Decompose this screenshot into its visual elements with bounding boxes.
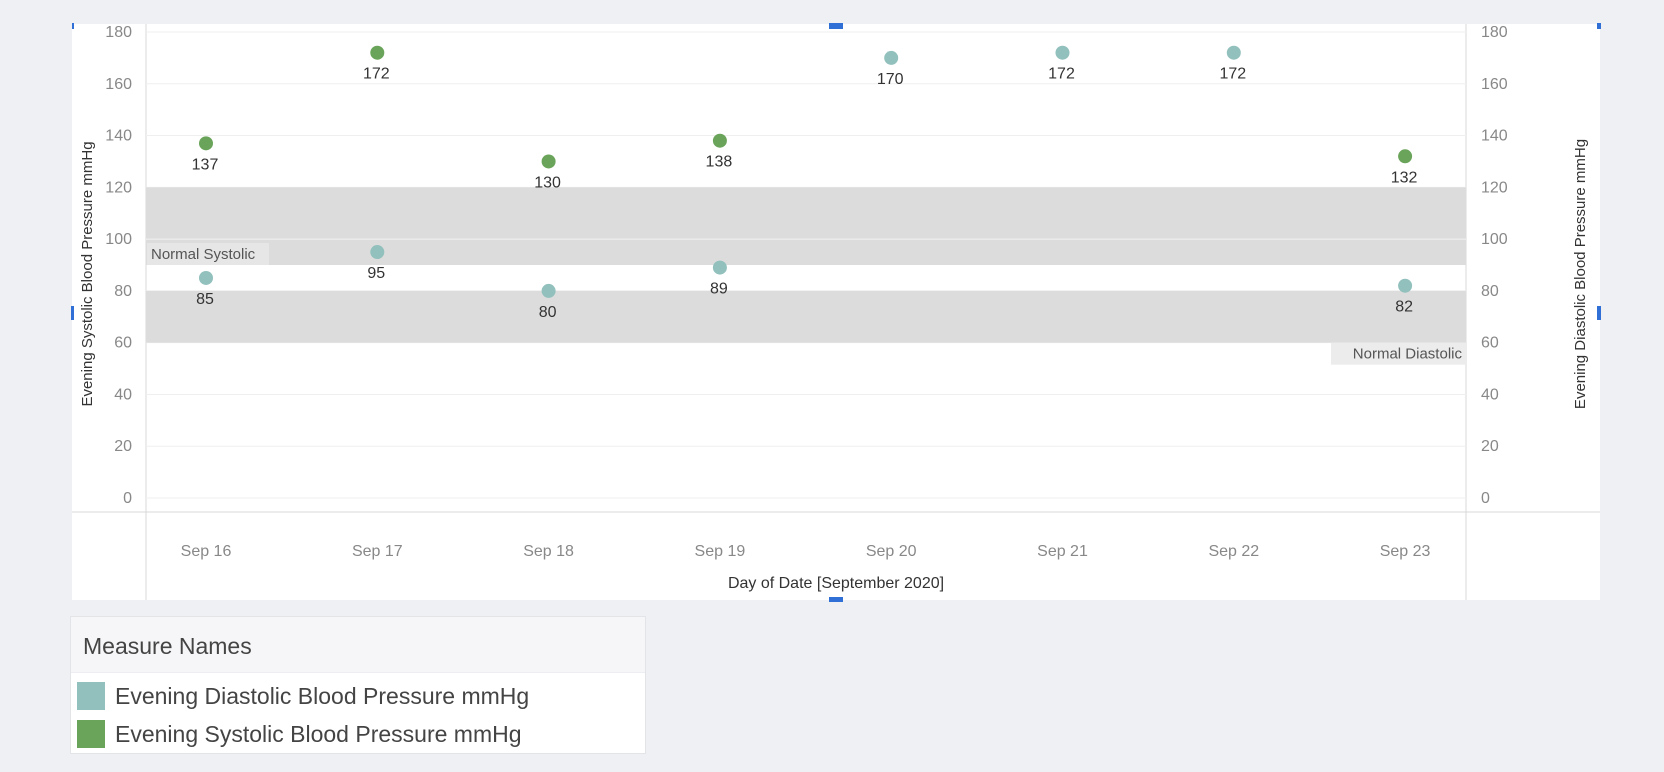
data-label: 172 — [363, 66, 390, 83]
x-tick-label: Sep 16 — [181, 543, 232, 560]
y-tick-label-right: 140 — [1481, 128, 1508, 145]
data-point — [712, 133, 727, 148]
data-label: 172 — [1048, 66, 1075, 83]
y-tick-label-left: 180 — [105, 24, 132, 41]
y-tick-label-left: 40 — [114, 386, 132, 403]
x-tick-label: Sep 18 — [523, 543, 574, 560]
data-label: 137 — [192, 156, 219, 173]
y-tick-label-right: 0 — [1481, 490, 1490, 507]
legend-item-diastolic[interactable]: Evening Diastolic Blood Pressure mmHg — [77, 681, 529, 711]
data-point — [199, 136, 213, 151]
data-point — [370, 45, 385, 60]
y-tick-label-left: 160 — [105, 76, 132, 93]
x-tick-label: Sep 23 — [1380, 543, 1431, 560]
data-label: 138 — [706, 154, 733, 171]
legend-label-diastolic: Evening Diastolic Blood Pressure mmHg — [115, 682, 530, 709]
x-tick-label: Sep 21 — [1037, 543, 1088, 560]
data-label: 85 — [196, 291, 214, 308]
legend-label-systolic: Evening Systolic Blood Pressure mmHg — [115, 720, 522, 747]
legend-item-systolic[interactable]: Evening Systolic Blood Pressure mmHg — [77, 719, 522, 749]
data-point — [199, 270, 213, 285]
data-point — [541, 154, 556, 169]
y-tick-label-right: 180 — [1481, 24, 1508, 41]
data-point — [712, 260, 727, 275]
resize-corner-top-left[interactable] — [72, 23, 74, 29]
x-tick-label: Sep 19 — [695, 543, 746, 560]
x-axis-title: Day of Date [September 2020] — [728, 575, 944, 592]
y-tick-label-right: 60 — [1481, 335, 1499, 352]
y-tick-label-right: 100 — [1481, 231, 1508, 248]
y-tick-label-right: 40 — [1481, 386, 1499, 403]
y-tick-label-left: 100 — [105, 231, 132, 248]
scatter-chart: Normal Systolic Normal Diastolic 0 0 20 20 40 4… — [72, 24, 1600, 600]
y-tick-label-right: 160 — [1481, 76, 1508, 93]
data-label: 170 — [877, 71, 904, 88]
legend-title: Measure Names — [71, 617, 645, 673]
data-point — [1398, 278, 1413, 293]
legend: Measure Names Evening Diastolic Blood Pr… — [70, 616, 646, 754]
data-label: 132 — [1391, 169, 1418, 186]
reference-band — [146, 290, 1466, 343]
x-tick-label: Sep 22 — [1208, 543, 1259, 560]
resize-handle-left[interactable] — [71, 306, 74, 320]
legend-swatch-systolic — [77, 720, 105, 748]
data-label: 172 — [1219, 66, 1246, 83]
y-axis-title-right: Evening Diastolic Blood Pressure mmHg — [1572, 139, 1589, 409]
y-tick-label-right: 80 — [1481, 283, 1499, 300]
y-tick-label-left: 80 — [114, 283, 132, 300]
data-label: 82 — [1395, 299, 1413, 316]
resize-handle-bottom[interactable] — [829, 597, 843, 602]
resize-handle-right[interactable] — [1597, 306, 1601, 320]
reference-band-label: Normal Diastolic — [1353, 346, 1463, 363]
y-axis-title-left: Evening Systolic Blood Pressure mmHg — [79, 141, 96, 406]
y-tick-label-left: 0 — [123, 490, 132, 507]
reference-band — [146, 187, 1466, 265]
data-point — [884, 50, 899, 65]
y-tick-label-left: 20 — [114, 438, 132, 455]
data-point — [1055, 45, 1070, 60]
reference-band-label: Normal Systolic — [151, 246, 256, 263]
x-tick-label: Sep 17 — [352, 543, 403, 560]
y-tick-label-left: 140 — [105, 128, 132, 145]
x-tick-label: Sep 20 — [866, 543, 917, 560]
y-tick-label-right: 20 — [1481, 438, 1499, 455]
data-point — [370, 245, 385, 260]
data-label: 130 — [534, 174, 561, 191]
resize-handle-top[interactable] — [829, 23, 843, 29]
resize-corner-top-right[interactable] — [1597, 23, 1601, 29]
y-tick-label-right: 120 — [1481, 179, 1508, 196]
data-point — [1398, 149, 1413, 164]
chart-area: Normal Systolic Normal Diastolic 0 0 20 20 40 4… — [72, 24, 1600, 600]
data-label: 89 — [710, 281, 728, 298]
data-point — [1226, 45, 1241, 60]
data-point — [541, 283, 556, 298]
y-tick-label-left: 60 — [114, 335, 132, 352]
data-label: 80 — [539, 304, 557, 321]
legend-swatch-diastolic — [77, 682, 105, 710]
data-label: 95 — [367, 265, 385, 282]
y-tick-label-left: 120 — [105, 179, 132, 196]
